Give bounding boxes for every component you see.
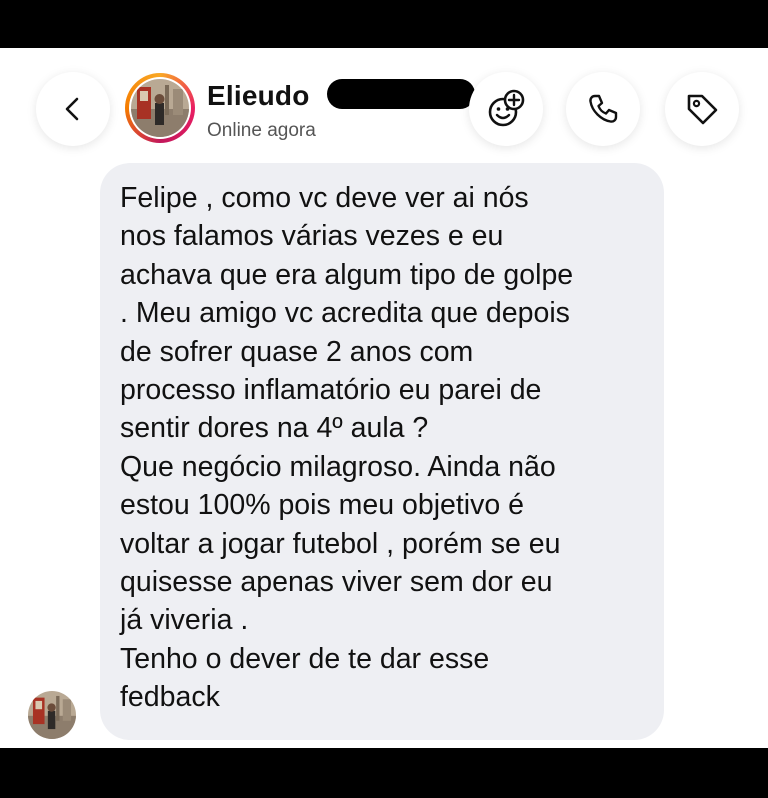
sticker-effects-icon	[488, 89, 525, 127]
call-button[interactable]	[566, 72, 640, 146]
contact-name[interactable]: Elieudo	[207, 80, 310, 112]
chat-header: Elieudo Online agora	[0, 48, 768, 163]
avatar-photo	[131, 79, 189, 137]
message-bubble[interactable]: Felipe , como vc deve ver ai nós nos fal…	[100, 163, 664, 740]
chat-screen: Elieudo Online agora Felipe , como vc de…	[0, 48, 768, 748]
chevron-left-icon	[65, 97, 79, 121]
redaction-bar	[327, 79, 475, 109]
online-status: Online agora	[207, 120, 316, 141]
sender-avatar[interactable]	[28, 691, 76, 739]
contact-avatar[interactable]	[125, 73, 195, 143]
avatar-photo	[28, 691, 76, 739]
phone-icon	[589, 94, 618, 123]
message-text: Felipe , como vc deve ver ai nós nos fal…	[120, 182, 574, 714]
effects-button[interactable]	[469, 72, 543, 146]
tag-icon	[687, 94, 718, 125]
tag-button[interactable]	[665, 72, 739, 146]
back-button[interactable]	[36, 72, 110, 146]
